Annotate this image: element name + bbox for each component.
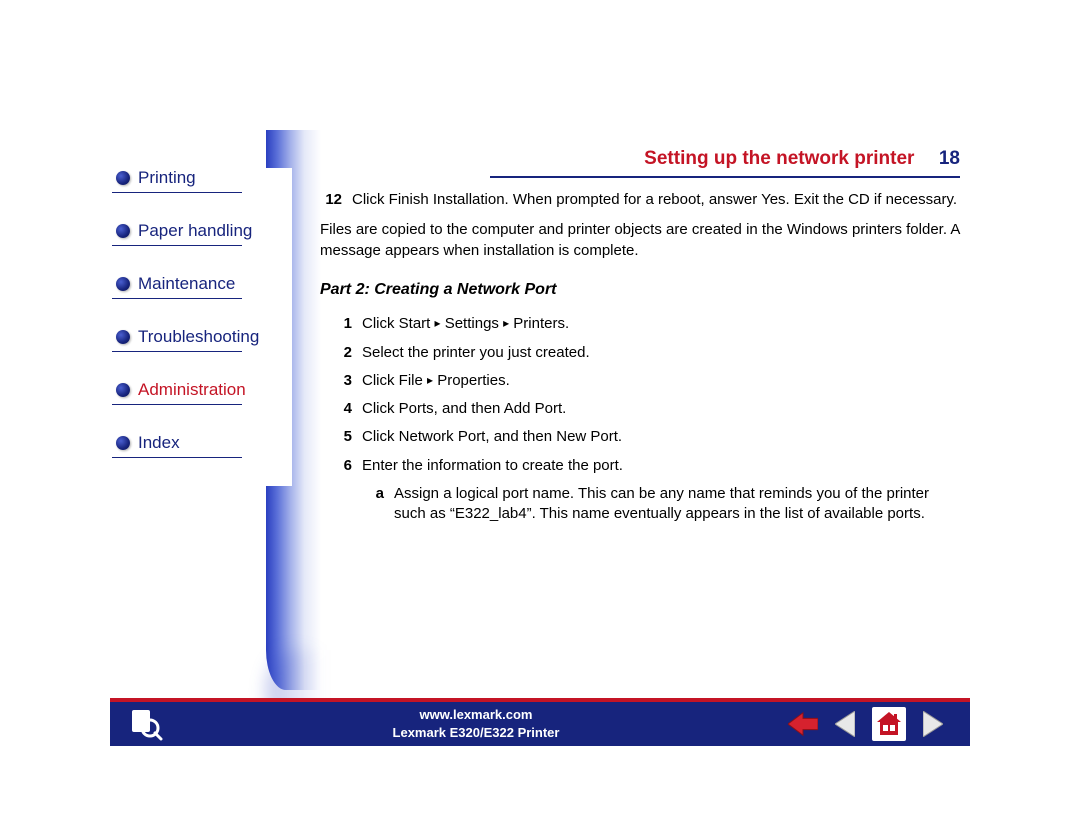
home-icon: [874, 709, 904, 739]
nav-divider: [112, 457, 242, 458]
page-header: Setting up the network printer 18: [490, 148, 960, 170]
nav-divider: [112, 245, 242, 246]
bullet-icon: [116, 383, 130, 397]
bullet-icon: [116, 277, 130, 291]
next-arrow-icon: [923, 711, 943, 737]
main-content: 12 Click Finish Installation. When promp…: [320, 190, 960, 532]
text: Properties.: [433, 372, 510, 389]
step-number: 1: [338, 314, 352, 334]
header-rule: [490, 176, 960, 178]
text: Click File: [362, 372, 427, 389]
step-row: 2 Select the printer you just created.: [338, 343, 960, 363]
substep-row: a Assign a logical port name. This can b…: [370, 484, 960, 525]
nav-divider: [112, 192, 242, 193]
back-arrow-icon: [788, 710, 818, 738]
substep-letter: a: [370, 484, 384, 525]
home-button[interactable]: [872, 707, 906, 741]
text: Printers.: [509, 315, 569, 332]
sidebar-nav: Printing Paper handling Maintenance Trou…: [112, 168, 292, 486]
nav-label: Administration: [138, 380, 246, 400]
part-heading: Part 2: Creating a Network Port: [320, 279, 960, 301]
step-row: 4 Click Ports, and then Add Port.: [338, 399, 960, 419]
substep-text: Assign a logical port name. This can be …: [394, 484, 960, 525]
step-text: Click Ports, and then Add Port.: [362, 399, 566, 419]
nav-label: Maintenance: [138, 274, 235, 294]
nav-item-index[interactable]: Index: [112, 433, 292, 453]
step-row: 1 Click Start ▸ Settings ▸ Printers.: [338, 314, 960, 334]
header-title: Setting up the network printer: [644, 148, 914, 169]
search-icon: [128, 706, 164, 742]
step-text: Click Start ▸ Settings ▸ Printers.: [362, 314, 569, 334]
step-text: Click File ▸ Properties.: [362, 371, 510, 391]
footer-nav: [788, 707, 948, 741]
bullet-icon: [116, 436, 130, 450]
nav-divider: [112, 351, 242, 352]
step-text: Click Finish Installation. When prompted…: [352, 190, 957, 210]
nav-label: Troubleshooting: [138, 327, 259, 347]
text: Settings: [441, 315, 504, 332]
prev-page-button[interactable]: [830, 709, 860, 739]
nav-divider: [112, 298, 242, 299]
prev-arrow-icon: [835, 711, 855, 737]
search-button[interactable]: [128, 706, 164, 742]
bullet-icon: [116, 224, 130, 238]
nav-divider: [112, 404, 242, 405]
step-text: Enter the information to create the port…: [362, 456, 623, 476]
text: Click Start: [362, 315, 435, 332]
nav-item-troubleshooting[interactable]: Troubleshooting: [112, 327, 292, 347]
nav-label: Index: [138, 433, 180, 453]
footer-center: www.lexmark.com Lexmark E320/E322 Printe…: [164, 706, 788, 741]
step-number: 5: [338, 427, 352, 447]
step-number: 4: [338, 399, 352, 419]
nav-label: Printing: [138, 168, 196, 188]
nav-item-printing[interactable]: Printing: [112, 168, 292, 188]
step-row: 3 Click File ▸ Properties.: [338, 371, 960, 391]
step-number: 12: [320, 190, 342, 210]
paragraph: Files are copied to the computer and pri…: [320, 220, 960, 261]
nav-label: Paper handling: [138, 221, 252, 241]
step-number: 3: [338, 371, 352, 391]
step-row: 6 Enter the information to create the po…: [338, 456, 960, 476]
step-text: Select the printer you just created.: [362, 343, 590, 363]
footer-url-link[interactable]: www.lexmark.com: [164, 706, 788, 724]
nav-item-paper-handling[interactable]: Paper handling: [112, 221, 292, 241]
footer-product: Lexmark E320/E322 Printer: [164, 724, 788, 742]
step-row: 5 Click Network Port, and then New Port.: [338, 427, 960, 447]
page-number: 18: [939, 148, 960, 169]
step-row: 12 Click Finish Installation. When promp…: [320, 190, 960, 210]
step-number: 2: [338, 343, 352, 363]
nav-item-administration[interactable]: Administration: [112, 380, 292, 400]
step-text: Click Network Port, and then New Port.: [362, 427, 622, 447]
back-button[interactable]: [788, 709, 818, 739]
nav-item-maintenance[interactable]: Maintenance: [112, 274, 292, 294]
next-page-button[interactable]: [918, 709, 948, 739]
bullet-icon: [116, 330, 130, 344]
footer-bar: www.lexmark.com Lexmark E320/E322 Printe…: [110, 698, 970, 746]
step-number: 6: [338, 456, 352, 476]
bullet-icon: [116, 171, 130, 185]
